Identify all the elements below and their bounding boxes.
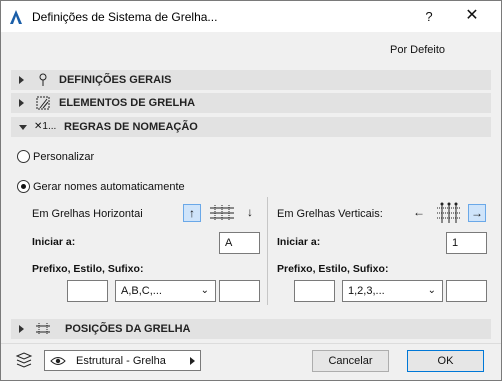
horizontal-prefix-style-suffix-label: Prefixo, Estilo, Sufixo: xyxy=(32,263,144,275)
section-label: REGRAS DE NOMEAÇÃO xyxy=(64,121,198,133)
vertical-style-value: 1,2,3,... xyxy=(348,285,385,297)
vertical-start-label: Iniciar a: xyxy=(277,236,321,248)
title-bar: Definições de Sistema de Grelha... ? ✕ xyxy=(1,1,501,32)
section-label: POSIÇÕES DA GRELHA xyxy=(65,323,191,335)
horizontal-start-field[interactable]: A xyxy=(219,232,260,254)
structural-view-dropdown[interactable]: Estrutural - Grelha xyxy=(44,350,201,371)
auto-naming-radio[interactable] xyxy=(17,180,30,193)
footer-separator xyxy=(1,343,501,344)
auto-naming-label[interactable]: Gerar nomes automaticamente xyxy=(33,181,185,193)
custom-naming-label[interactable]: Personalizar xyxy=(33,151,94,163)
window-title: Definições de Sistema de Grelha... xyxy=(32,10,218,24)
naming-icon: ✕1... xyxy=(34,121,57,132)
grid-marker-icon xyxy=(39,73,47,86)
grid-element-icon xyxy=(36,96,50,110)
eye-icon xyxy=(50,357,66,365)
vertical-prefix-field[interactable] xyxy=(294,280,335,302)
vertical-start-field[interactable]: 1 xyxy=(446,232,487,254)
arrow-down-icon[interactable]: ↓ xyxy=(241,204,259,222)
structural-view-value: Estrutural - Grelha xyxy=(76,355,166,367)
horizontal-style-value: A,B,C,... xyxy=(121,285,162,297)
horizontal-grids-heading: Em Grelhas Horizontai xyxy=(32,208,143,220)
column-divider xyxy=(267,197,268,305)
section-grid-positions[interactable]: POSIÇÕES DA GRELHA xyxy=(11,319,491,339)
horizontal-prefix-field[interactable] xyxy=(67,280,108,302)
close-button[interactable]: ✕ xyxy=(461,6,483,26)
vertical-prefix-style-suffix-label: Prefixo, Estilo, Sufixo: xyxy=(277,263,389,275)
ok-button[interactable]: OK xyxy=(407,350,484,372)
section-grid-elements[interactable]: ELEMENTOS DE GRELHA xyxy=(11,93,491,113)
triangle-right-icon xyxy=(190,357,195,365)
expand-arrow-icon[interactable] xyxy=(19,76,24,84)
chevron-down-icon: ⌄ xyxy=(200,285,209,296)
vertical-style-dropdown[interactable]: 1,2,3,... ⌄ xyxy=(342,280,443,302)
arrow-left-icon[interactable]: ← xyxy=(410,204,428,222)
vertical-suffix-field[interactable] xyxy=(446,280,487,302)
cancel-button[interactable]: Cancelar xyxy=(312,350,389,372)
horizontal-style-dropdown[interactable]: A,B,C,... ⌄ xyxy=(115,280,216,302)
expand-arrow-icon[interactable] xyxy=(19,99,24,107)
vertical-grids-heading: Em Grelhas Verticais: xyxy=(277,208,383,220)
expand-arrow-icon[interactable] xyxy=(19,325,24,333)
grid-positions-icon xyxy=(36,323,50,335)
section-label: DEFINIÇÕES GERAIS xyxy=(59,74,172,86)
collapse-arrow-icon[interactable] xyxy=(19,125,27,130)
arrow-right-icon[interactable]: → xyxy=(468,204,486,222)
archicad-app-icon xyxy=(10,10,22,24)
horizontal-grid-pattern-icon xyxy=(210,205,234,221)
arrow-up-icon[interactable]: ↑ xyxy=(183,204,201,222)
layers-icon xyxy=(15,352,33,368)
chevron-down-icon: ⌄ xyxy=(427,285,436,296)
section-naming-rules[interactable]: ✕1... REGRAS DE NOMEAÇÃO xyxy=(11,117,491,137)
help-button[interactable]: ? xyxy=(419,9,439,25)
favorites-default-label[interactable]: Por Defeito xyxy=(390,44,445,56)
section-label: ELEMENTOS DE GRELHA xyxy=(59,97,196,109)
horizontal-suffix-field[interactable] xyxy=(219,280,260,302)
custom-naming-radio[interactable] xyxy=(17,150,30,163)
section-general-settings[interactable]: DEFINIÇÕES GERAIS xyxy=(11,70,491,90)
vertical-grid-pattern-icon xyxy=(437,202,461,223)
horizontal-start-label: Iniciar a: xyxy=(32,236,76,248)
grid-system-settings-dialog: Definições de Sistema de Grelha... ? ✕ P… xyxy=(0,0,502,381)
